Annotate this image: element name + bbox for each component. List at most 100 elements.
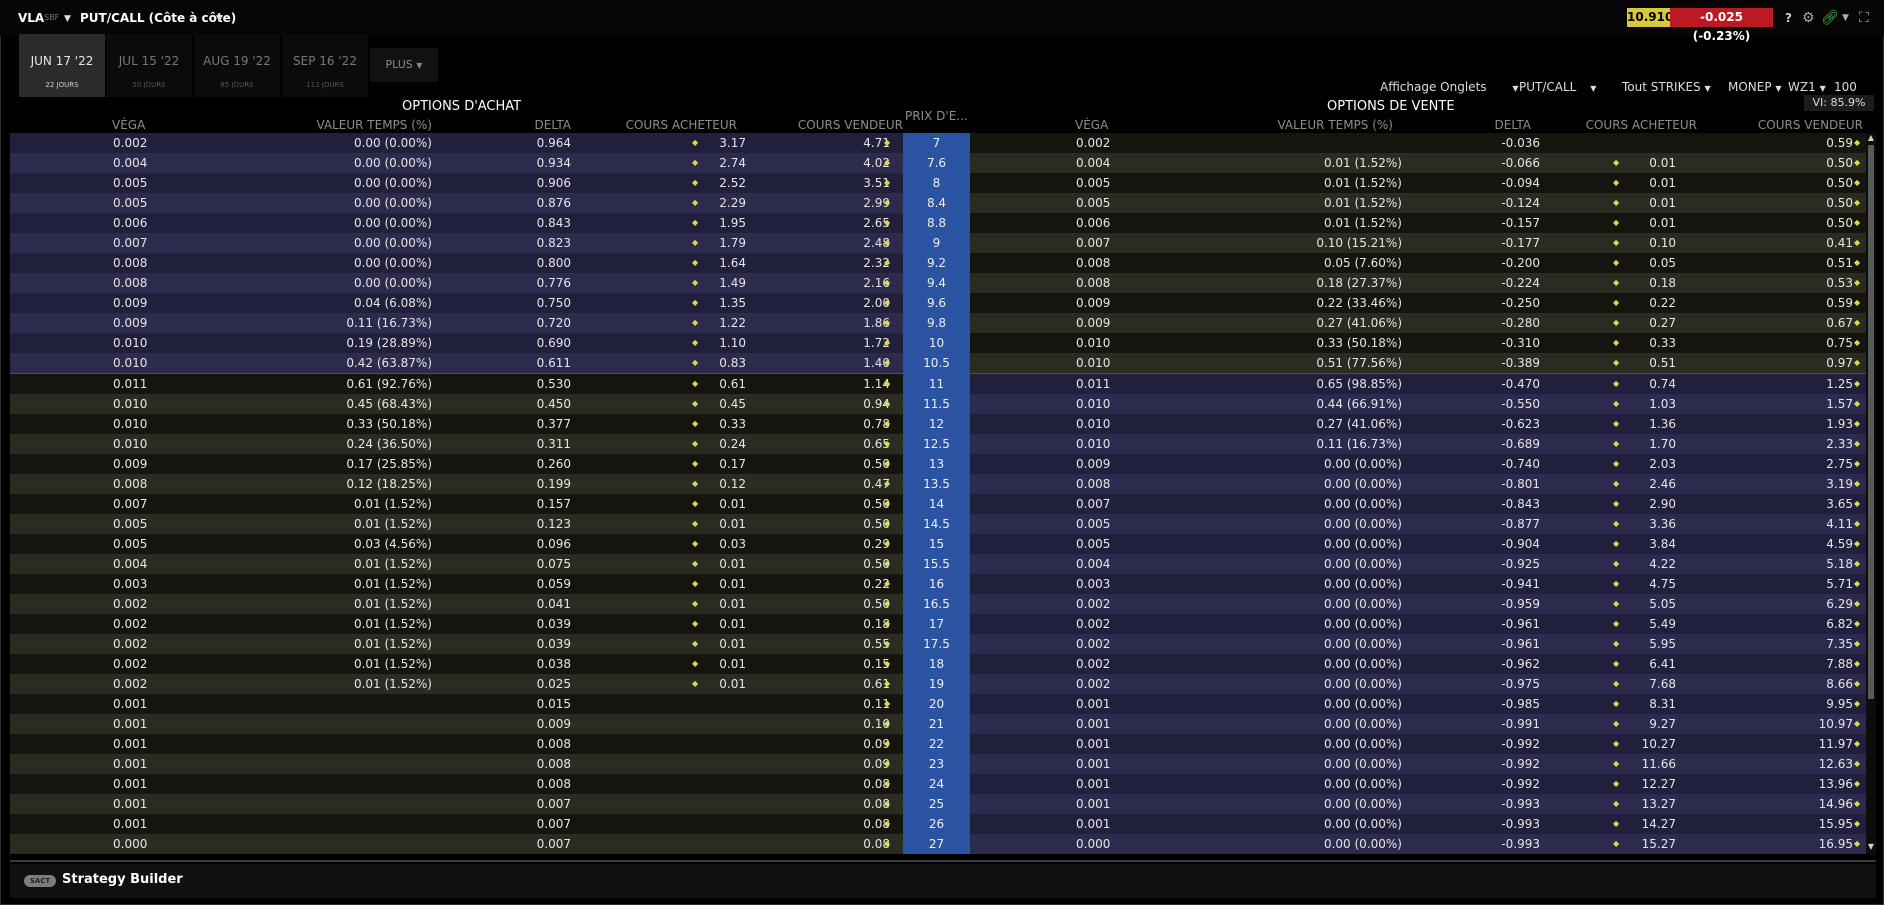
table-row[interactable]: 0.002 0.01 (1.52%) 0.038 ◆ 0.01 0.15 ◆ 1… [10,654,1866,674]
strike-cell[interactable]: 8.4 [903,193,970,213]
put-ask-cell[interactable]: 0.75 [1790,333,1853,353]
put-ask-cell[interactable]: 13.96 [1790,774,1853,794]
table-row[interactable]: 0.004 0.00 (0.00%) 0.934 ◆ 2.74 4.02 ◆ 7… [10,153,1866,173]
quantity-field[interactable]: 100 [1834,80,1857,94]
put-bid-cell[interactable]: 1.36 [1626,414,1676,434]
table-row[interactable]: 0.005 0.03 (4.56%) 0.096 ◆ 0.03 0.29 ◆ 1… [10,534,1866,554]
put-bid-header[interactable]: COURS ACHETEUR [1540,118,1697,132]
exchange-dropdown[interactable]: MONEP ▼ [1728,80,1782,94]
table-row[interactable]: 0.002 0.01 (1.52%) 0.039 ◆ 0.01 0.55 ◆ 1… [10,634,1866,654]
put-bid-cell[interactable]: 5.49 [1626,614,1676,634]
call-ask-cell[interactable]: 0.15 [830,654,890,674]
call-delta-header[interactable]: DELTA [470,118,571,132]
table-row[interactable]: 0.005 0.00 (0.00%) 0.876 ◆ 2.29 2.99 ◆ 8… [10,193,1866,213]
call-ask-cell[interactable]: 0.08 [830,814,890,834]
put-bid-cell[interactable]: 2.03 [1626,454,1676,474]
put-ask-cell[interactable]: 16.95 [1790,834,1853,854]
put-bid-cell[interactable]: 2.46 [1626,474,1676,494]
strike-cell[interactable]: 15.5 [903,554,970,574]
table-row[interactable]: 0.005 0.00 (0.00%) 0.906 ◆ 2.52 3.51 ◆ 8… [10,173,1866,193]
strike-cell[interactable]: 18 [903,654,970,674]
call-ask-cell[interactable]: 2.32 [830,253,890,273]
put-ask-cell[interactable]: 9.95 [1790,694,1853,714]
strike-cell[interactable]: 7.6 [903,153,970,173]
put-ask-cell[interactable]: 0.53 [1790,273,1853,293]
call-bid-cell[interactable]: 0.83 [700,353,746,373]
call-bid-cell[interactable]: 0.01 [700,594,746,614]
strike-cell[interactable]: 23 [903,754,970,774]
table-row[interactable]: 0.010 0.24 (36.50%) 0.311 ◆ 0.24 0.65 ◆ … [10,434,1866,454]
put-ask-cell[interactable]: 2.75 [1790,454,1853,474]
call-bid-cell[interactable]: 1.95 [700,213,746,233]
strike-cell[interactable]: 21 [903,714,970,734]
put-bid-cell[interactable]: 8.31 [1626,694,1676,714]
table-row[interactable]: 0.001 0.008 ◆ 0.09 ◆ 22 0.001 0.00 (0.00… [10,734,1866,754]
put-bid-cell[interactable]: 13.27 [1626,794,1676,814]
putcall-dropdown[interactable]: PUT/CALL ▼ [1519,80,1596,94]
call-ask-cell[interactable]: 0.08 [830,774,890,794]
call-bid-cell[interactable]: 2.74 [700,153,746,173]
call-ask-cell[interactable]: 2.16 [830,273,890,293]
tab-expiry-4[interactable]: SEP 16 '22 113 JOURS [282,34,368,97]
put-ask-cell[interactable]: 0.50 [1790,173,1853,193]
put-ask-cell[interactable]: 14.96 [1790,794,1853,814]
call-bid-cell[interactable]: 0.61 [700,374,746,394]
put-bid-cell[interactable]: 0.33 [1626,333,1676,353]
strike-cell[interactable]: 10.5 [903,353,970,373]
chevron-down-icon[interactable]: ▼ [1842,9,1849,27]
toggle-icon[interactable]: SACT [24,875,56,887]
call-bid-cell[interactable]: 0.01 [700,654,746,674]
call-bid-cell[interactable]: 0.01 [700,614,746,634]
put-delta-header[interactable]: DELTA [1430,118,1531,132]
table-row[interactable]: 0.001 0.008 ◆ 0.09 ◆ 23 0.001 0.00 (0.00… [10,754,1866,774]
table-row[interactable]: 0.008 0.00 (0.00%) 0.800 ◆ 1.64 2.32 ◆ 9… [10,253,1866,273]
table-row[interactable]: 0.002 0.01 (1.52%) 0.025 ◆ 0.01 0.61 ◆ 1… [10,674,1866,694]
call-ask-cell[interactable]: 0.09 [830,754,890,774]
call-ask-cell[interactable]: 0.50 [830,594,890,614]
call-ask-cell[interactable]: 2.65 [830,213,890,233]
put-ask-cell[interactable]: 0.51 [1790,253,1853,273]
link-icon[interactable]: 🔗︎ [1821,9,1839,27]
table-row[interactable]: 0.009 0.11 (16.73%) 0.720 ◆ 1.22 1.86 ◆ … [10,313,1866,333]
put-vega-header[interactable]: VÉGA [1075,118,1108,132]
view-chevron-down-icon[interactable]: ▼ [216,14,223,24]
table-row[interactable]: 0.001 0.007 ◆ 0.08 ◆ 25 0.001 0.00 (0.00… [10,794,1866,814]
call-bid-cell[interactable]: 0.17 [700,454,746,474]
put-bid-cell[interactable]: 10.27 [1626,734,1676,754]
call-ask-cell[interactable]: 3.51 [830,173,890,193]
put-ask-cell[interactable]: 5.18 [1790,554,1853,574]
put-ask-cell[interactable]: 6.29 [1790,594,1853,614]
table-row[interactable]: 0.008 0.12 (18.25%) 0.199 ◆ 0.12 0.47 ◆ … [10,474,1866,494]
call-ask-cell[interactable]: 1.14 [830,374,890,394]
strike-cell[interactable]: 13.5 [903,474,970,494]
call-ask-cell[interactable]: 0.08 [830,834,890,854]
call-bid-cell[interactable]: 0.03 [700,534,746,554]
call-bid-cell[interactable]: 0.01 [700,574,746,594]
table-row[interactable]: 0.007 0.00 (0.00%) 0.823 ◆ 1.79 2.48 ◆ 9… [10,233,1866,253]
strike-cell[interactable]: 16 [903,574,970,594]
table-row[interactable]: 0.010 0.33 (50.18%) 0.377 ◆ 0.33 0.78 ◆ … [10,414,1866,434]
strike-cell[interactable]: 20 [903,694,970,714]
put-bid-cell[interactable]: 0.51 [1626,353,1676,373]
strike-cell[interactable]: 19 [903,674,970,694]
put-ask-cell[interactable]: 0.67 [1790,313,1853,333]
strike-cell[interactable]: 13 [903,454,970,474]
put-bid-cell[interactable]: 0.01 [1626,213,1676,233]
table-row[interactable]: 0.010 0.42 (63.87%) 0.611 ◆ 0.83 1.40 ◆ … [10,353,1866,373]
table-row[interactable]: 0.001 0.009 ◆ 0.10 ◆ 21 0.001 0.00 (0.00… [10,714,1866,734]
table-row[interactable]: 0.010 0.19 (28.89%) 0.690 ◆ 1.10 1.72 ◆ … [10,333,1866,353]
call-bid-cell[interactable]: 0.01 [700,674,746,694]
strike-cell[interactable]: 24 [903,774,970,794]
put-ask-cell[interactable]: 5.71 [1790,574,1853,594]
call-ask-cell[interactable]: 0.47 [830,474,890,494]
put-bid-cell[interactable]: 0.27 [1626,313,1676,333]
put-bid-cell[interactable]: 11.66 [1626,754,1676,774]
call-ask-cell[interactable]: 0.18 [830,614,890,634]
table-row[interactable]: 0.005 0.01 (1.52%) 0.123 ◆ 0.01 0.50 ◆ 1… [10,514,1866,534]
strike-cell[interactable]: 9 [903,233,970,253]
strike-cell[interactable]: 9.8 [903,313,970,333]
call-bid-cell[interactable]: 1.22 [700,313,746,333]
call-ask-cell[interactable]: 0.50 [830,494,890,514]
put-ask-cell[interactable]: 2.33 [1790,434,1853,454]
put-bid-cell[interactable]: 0.10 [1626,233,1676,253]
